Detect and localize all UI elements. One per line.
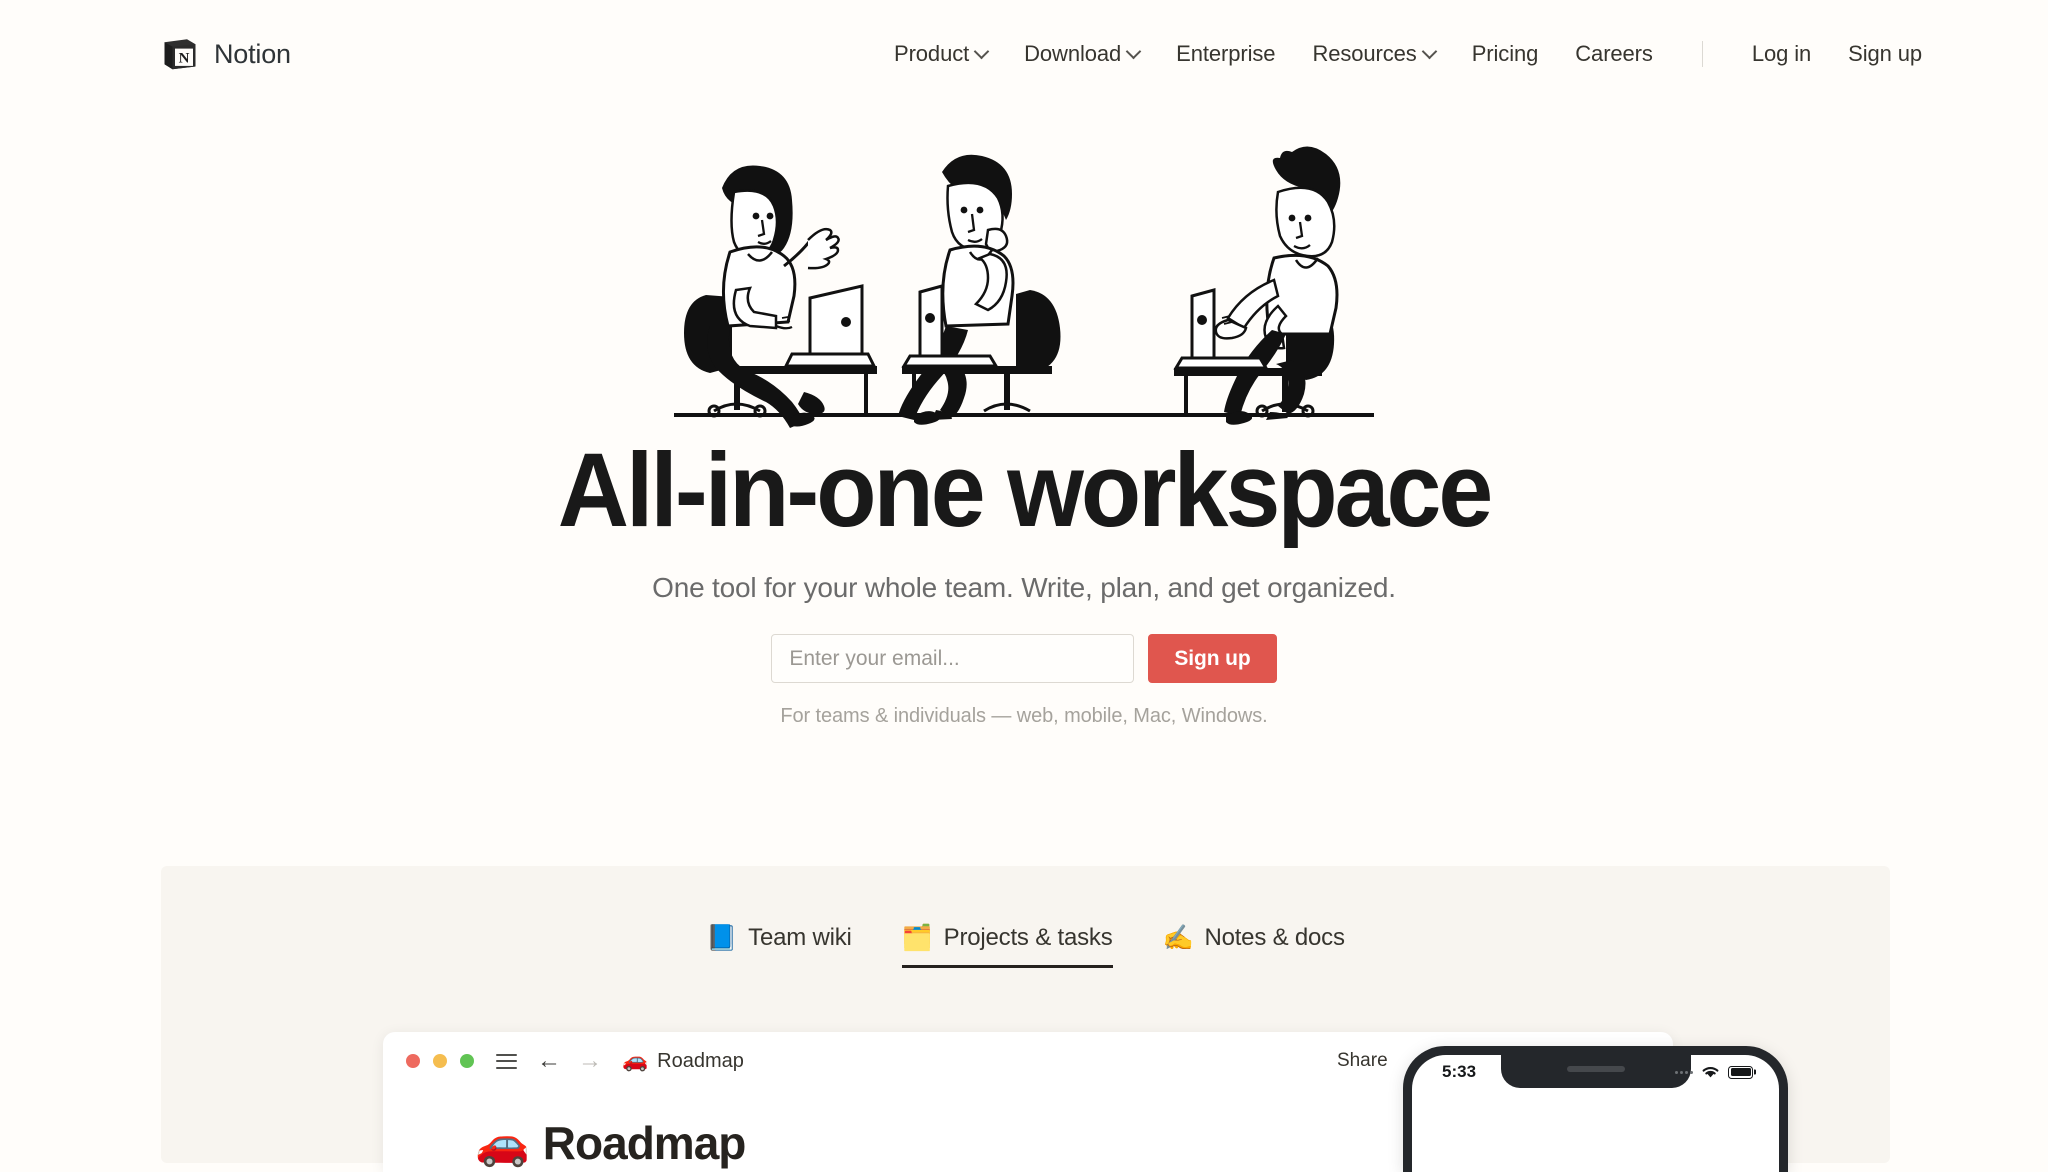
- nav-item-download[interactable]: Download: [1024, 41, 1142, 67]
- breadcrumb[interactable]: 🚗 Roadmap: [622, 1049, 744, 1073]
- card-index-dividers-emoji: 🗂️: [901, 923, 933, 952]
- writing-hand-emoji: ✍️: [1162, 923, 1194, 952]
- nav-label: Careers: [1575, 41, 1653, 66]
- chevron-down-icon: [973, 43, 990, 59]
- hero-subtitle: One tool for your whole team. Write, pla…: [652, 572, 1396, 604]
- tab-label: Team wiki: [748, 924, 852, 951]
- nav-item-resources[interactable]: Resources: [1312, 41, 1437, 67]
- notion-cube-icon: N: [160, 34, 200, 74]
- phone-clock: 5:33: [1442, 1062, 1477, 1081]
- chevron-down-icon: [1125, 43, 1142, 59]
- hero-note: For teams & individuals — web, mobile, M…: [780, 705, 1268, 728]
- hero-section: All-in-one workspace One tool for your w…: [0, 108, 2048, 728]
- phone-status-bar: 5:33: [1412, 1055, 1779, 1082]
- three-people-at-laptops-illustration: [0, 130, 2048, 430]
- car-emoji: 🚗: [622, 1049, 649, 1072]
- signup-button[interactable]: Sign up: [1148, 634, 1277, 684]
- phone-mockup: 5:33: [1403, 1046, 1788, 1172]
- nav-label: Enterprise: [1176, 41, 1276, 66]
- tab-label: Notes & docs: [1204, 924, 1345, 951]
- nav-item-careers[interactable]: Careers: [1575, 41, 1653, 67]
- feature-tabs: 📘 Team wiki 🗂️ Projects & tasks ✍️ Notes…: [161, 866, 1890, 968]
- nav-label: Resources: [1312, 41, 1417, 66]
- share-button[interactable]: Share: [1337, 1050, 1388, 1072]
- features-panel: 📘 Team wiki 🗂️ Projects & tasks ✍️ Notes…: [161, 866, 1890, 1172]
- brand-logo-link[interactable]: N Notion: [160, 34, 291, 74]
- nav-item-pricing[interactable]: Pricing: [1472, 41, 1539, 67]
- breadcrumb-label: Roadmap: [657, 1049, 744, 1072]
- tab-team-wiki[interactable]: 📘 Team wiki: [706, 924, 852, 968]
- nav-item-enterprise[interactable]: Enterprise: [1176, 41, 1275, 67]
- nav-item-product[interactable]: Product: [894, 41, 990, 67]
- tab-label: Projects & tasks: [943, 924, 1113, 951]
- battery-icon: [1728, 1065, 1753, 1079]
- nav-divider: [1701, 41, 1703, 67]
- maximize-window-button[interactable]: [460, 1054, 474, 1068]
- signup-link[interactable]: Sign up: [1848, 41, 1922, 67]
- hamburger-menu-icon[interactable]: [496, 1053, 517, 1069]
- arrow-right-icon[interactable]: →: [578, 1049, 602, 1073]
- email-signup-form: Sign up: [0, 634, 2048, 684]
- svg-text:N: N: [179, 50, 190, 66]
- nav-label: Product: [894, 41, 970, 66]
- blue-book-emoji: 📘: [706, 923, 738, 952]
- nav-label: Pricing: [1471, 41, 1539, 66]
- email-input[interactable]: [771, 634, 1135, 684]
- login-link[interactable]: Log in: [1752, 41, 1811, 67]
- phone-screen: 5:33: [1412, 1055, 1779, 1172]
- signal-dots-icon: [1675, 1070, 1693, 1074]
- nav-label: Download: [1024, 41, 1122, 66]
- product-preview: ← → 🚗 Roadmap Share ✓ Updates Favorite •…: [383, 1032, 1788, 1172]
- car-emoji: 🚗: [475, 1119, 530, 1168]
- page-title: All-in-one workspace: [557, 432, 1494, 549]
- tab-notes-docs[interactable]: ✍️ Notes & docs: [1163, 924, 1345, 968]
- close-window-button[interactable]: [406, 1054, 420, 1068]
- minimize-window-button[interactable]: [433, 1054, 447, 1068]
- chevron-down-icon: [1421, 43, 1437, 59]
- arrow-left-icon[interactable]: ←: [537, 1049, 561, 1073]
- window-traffic-lights: [406, 1054, 474, 1068]
- phone-status-icons: [1675, 1064, 1753, 1080]
- site-header: N Notion Product Download Enterprise Res…: [0, 0, 2048, 108]
- tab-projects-tasks[interactable]: 🗂️ Projects & tasks: [901, 923, 1113, 968]
- wifi-icon: [1702, 1066, 1719, 1078]
- primary-navigation: Product Download Enterprise Resources Pr…: [894, 41, 1922, 67]
- document-title-text: Roadmap: [542, 1117, 747, 1169]
- brand-name: Notion: [214, 38, 291, 69]
